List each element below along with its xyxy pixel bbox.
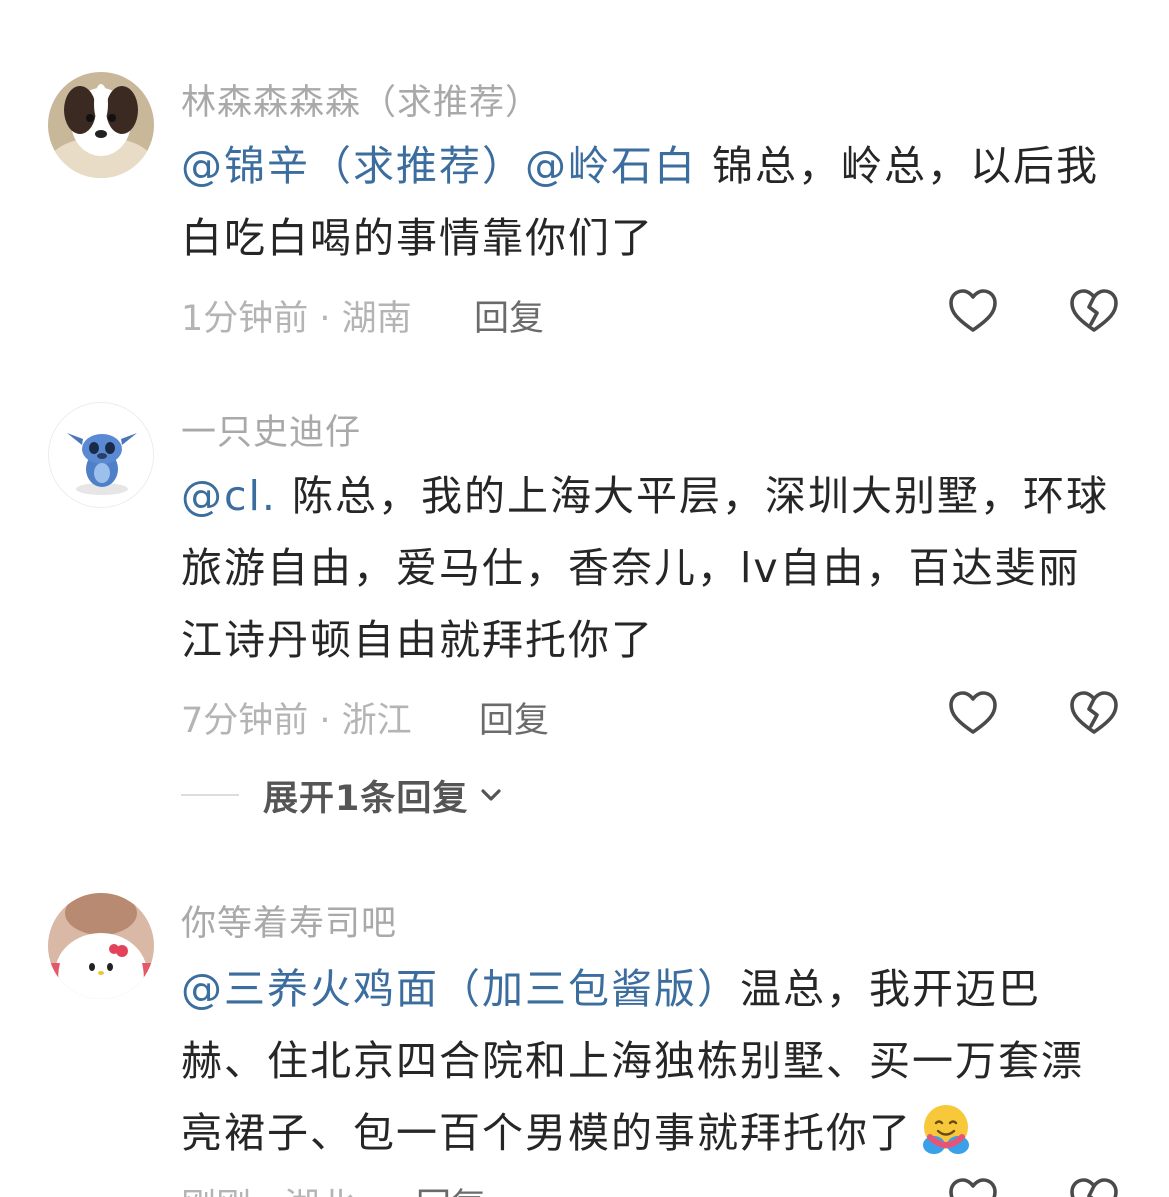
stitch-avatar-icon: [49, 403, 153, 507]
comment-text: @cl. 陈总，我的上海大平层，深圳大别墅，环球旅游自由，爱马仕，香奈儿，lv自…: [181, 472, 1109, 664]
like-button[interactable]: [947, 286, 999, 338]
divider-line: [181, 794, 239, 796]
expand-replies-label: 展开1条回复: [263, 778, 469, 819]
time-location: 1分钟前 · 湖南: [181, 299, 412, 339]
broken-heart-icon: [1070, 691, 1118, 734]
heart-icon: [949, 1178, 997, 1197]
expand-replies-button[interactable]: 展开1条回复: [181, 770, 504, 820]
hugging-face-emoji-icon: [923, 1105, 969, 1154]
like-button[interactable]: [947, 1175, 999, 1197]
dislike-button[interactable]: [1068, 1175, 1120, 1197]
heart-icon: [949, 289, 997, 332]
heart-icon: [949, 691, 997, 734]
avatar[interactable]: [48, 402, 154, 508]
username[interactable]: 你等着寿司吧: [181, 895, 397, 946]
avatar[interactable]: [48, 893, 154, 999]
reply-button[interactable]: 回复: [474, 290, 544, 341]
like-button[interactable]: [947, 688, 999, 740]
broken-heart-icon: [1070, 1178, 1118, 1197]
avatar[interactable]: [48, 72, 154, 178]
broken-heart-icon: [1070, 289, 1118, 332]
chevron-down-icon: [481, 789, 501, 801]
dislike-button[interactable]: [1068, 688, 1120, 740]
time-location: 刚刚 · 湖北: [181, 1178, 354, 1197]
time-location: 7分钟前 · 浙江: [181, 701, 412, 741]
dog-avatar-icon: [48, 72, 154, 178]
dislike-button[interactable]: [1068, 286, 1120, 338]
hello-kitty-avatar-icon: [48, 893, 154, 999]
mention-link[interactable]: @cl.: [181, 472, 277, 520]
username[interactable]: 林森森森森（求推荐）: [181, 74, 541, 125]
comment-text: @锦辛（求推荐）@岭石白 锦总，岭总，以后我白吃白喝的事情靠你们了: [181, 142, 1100, 262]
reply-button[interactable]: 回复: [416, 1178, 486, 1197]
mention-link[interactable]: @三养火鸡面（加三包酱版）: [181, 965, 740, 1013]
comment-text: @三养火鸡面（加三包酱版）温总，我开迈巴赫、住北京四合院和上海独栋别墅、买一万套…: [181, 965, 1084, 1157]
username[interactable]: 一只史迪仔: [181, 404, 361, 455]
mention-link[interactable]: @锦辛（求推荐）@岭石白: [181, 142, 697, 190]
reply-button[interactable]: 回复: [479, 692, 549, 743]
